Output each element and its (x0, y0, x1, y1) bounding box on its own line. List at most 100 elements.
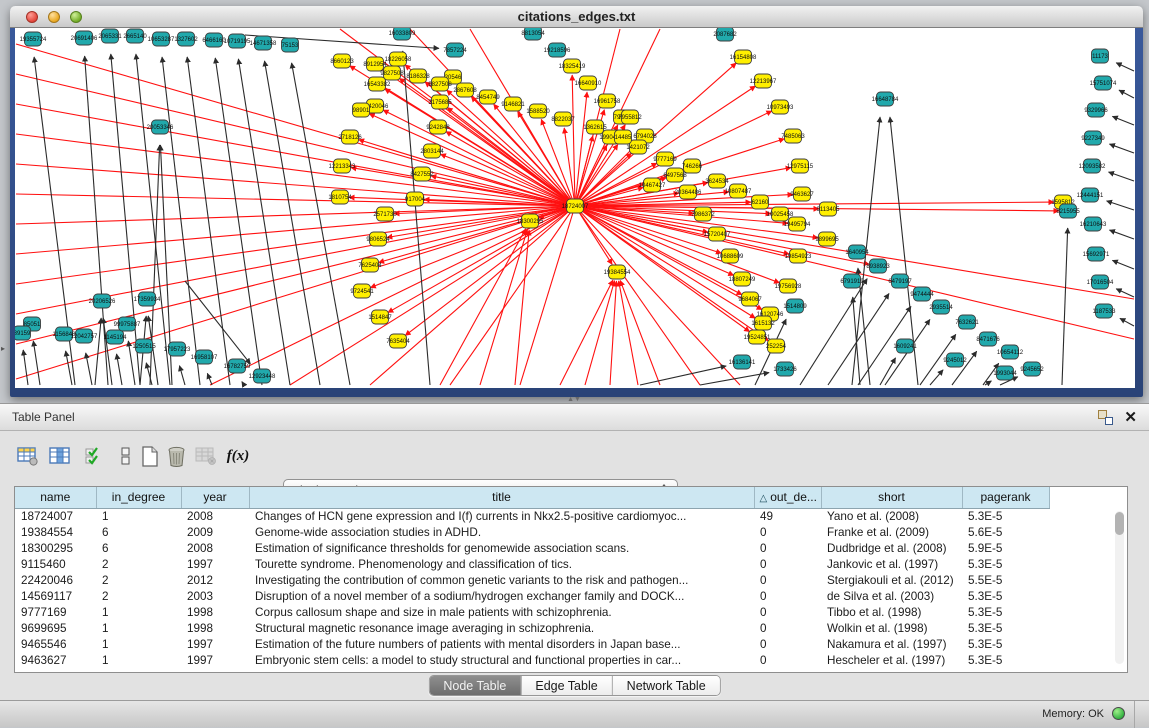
float-panel-icon[interactable] (1098, 410, 1113, 425)
graph-node[interactable]: 9724541 (350, 284, 374, 298)
table-row[interactable]: 2242004622012Investigating the contribut… (15, 572, 1049, 588)
column-header-name[interactable]: name (15, 487, 96, 508)
graph-node[interactable]: 2718126 (338, 130, 362, 144)
memory-ok-indicator[interactable] (1112, 707, 1125, 720)
graph-node[interactable]: 19524851 (744, 330, 771, 344)
column-header-short[interactable]: short (821, 487, 962, 508)
graph-node[interactable]: 2065331 (98, 29, 122, 43)
table-row[interactable]: 946362711997Embryonic stem cells: a mode… (15, 652, 1049, 668)
graph-node[interactable]: 7635404 (386, 334, 410, 348)
graph-node[interactable]: 9777169 (653, 152, 677, 166)
graph-node[interactable]: 9806524 (366, 232, 390, 246)
new-document-button[interactable] (138, 443, 162, 469)
graph-node[interactable]: 16961758 (594, 94, 621, 108)
graph-node[interactable]: 14671358 (250, 36, 277, 50)
graph-node[interactable]: 2935514 (929, 300, 953, 314)
table-row[interactable]: 1938455462009Genome-wide association stu… (15, 524, 1049, 540)
graph-node[interactable]: 9463627 (790, 187, 814, 201)
graph-node[interactable]: 9684067 (738, 292, 762, 306)
graph-node[interactable]: 15720407 (704, 227, 731, 241)
splitter-handle[interactable]: ▲▼ (566, 396, 582, 403)
table-row[interactable]: 1456911722003Disruption of a novel membe… (15, 588, 1049, 604)
graph-node[interactable]: 9899695 (815, 232, 839, 246)
graph-node[interactable]: 746266 (682, 159, 703, 173)
network-canvas[interactable]: 1872400786601238912954182260589827508818… (15, 28, 1135, 388)
graph-node[interactable]: 19756928 (775, 279, 802, 293)
graph-node[interactable]: 39159 (15, 326, 31, 340)
graph-node[interactable]: 16648784 (872, 92, 899, 106)
graph-node[interactable]: 10467427 (639, 178, 666, 192)
close-panel-icon[interactable]: ✕ (1124, 408, 1137, 426)
graph-node[interactable]: 20206526 (89, 294, 116, 308)
column-header-in_degree[interactable]: in_degree (96, 487, 181, 508)
table-settings-button[interactable] (16, 443, 40, 469)
graph-node[interactable]: 17359934 (134, 292, 161, 306)
graph-node[interactable]: 9329966 (1084, 103, 1108, 117)
tab-edge-table[interactable]: Edge Table (520, 676, 611, 695)
graph-node[interactable]: 1145194 (104, 330, 128, 344)
table-row[interactable]: 969969511998Structural magnetic resonanc… (15, 620, 1049, 636)
table-row[interactable]: 977716911998Corpus callosum shape and si… (15, 604, 1049, 620)
window-titlebar[interactable]: citations_edges.txt (10, 6, 1143, 28)
graph-node[interactable]: 9474444 (910, 287, 934, 301)
function-builder-button[interactable]: f(x) (226, 443, 250, 469)
graph-node[interactable]: 9245652 (1020, 362, 1044, 376)
graph-node[interactable]: 12213967 (750, 74, 777, 88)
graph-node[interactable]: 9227349 (1081, 131, 1105, 145)
graph-node[interactable]: 1993044 (993, 366, 1017, 380)
graph-node[interactable]: 8471676 (976, 332, 1000, 346)
table-row[interactable]: 1830029562008Estimation of significance … (15, 540, 1049, 556)
select-columns-button[interactable] (48, 443, 72, 469)
graph-node[interactable]: 2571730 (373, 207, 397, 221)
graph-node[interactable]: 12093582 (1079, 159, 1106, 173)
column-header-out_degree[interactable]: △out_de... (754, 487, 821, 508)
graph-node[interactable]: 10653287 (148, 32, 175, 46)
graph-node[interactable]: 252254 (766, 339, 787, 353)
column-header-pagerank[interactable]: pagerank (962, 487, 1049, 508)
graph-node[interactable]: 15751074 (1090, 76, 1117, 90)
graph-node[interactable]: 1327602 (174, 32, 198, 46)
graph-node[interactable]: 7485063 (781, 129, 805, 143)
graph-node[interactable]: 14485 (615, 130, 633, 144)
table-row[interactable]: 946554611997Estimation of the future num… (15, 636, 1049, 652)
graph-node[interactable]: 16640910 (575, 76, 602, 90)
graph-node[interactable]: 8427552 (410, 167, 434, 181)
graph-node[interactable]: 20691406 (71, 31, 98, 45)
select-all-checks-button[interactable] (82, 443, 106, 469)
graph-node[interactable]: 10807487 (725, 184, 752, 198)
graph-node[interactable]: 7857224 (443, 43, 467, 57)
graph-node[interactable]: 18807249 (729, 272, 756, 286)
graph-node[interactable]: 15692971 (1083, 247, 1110, 261)
column-header-year[interactable]: year (181, 487, 249, 508)
graph-node[interactable]: 1733426 (773, 362, 797, 376)
graph-node[interactable]: 16154808 (730, 50, 757, 64)
graph-node[interactable]: 2087682 (713, 28, 737, 41)
graph-node[interactable]: 19355724 (20, 32, 47, 46)
graph-node[interactable]: 16136141 (729, 355, 756, 369)
graph-node[interactable]: 98901 (353, 103, 371, 117)
graph-node[interactable]: 7986372 (691, 207, 715, 221)
graph-node[interactable]: 2867608 (453, 83, 477, 97)
scrollbar-thumb[interactable] (1115, 512, 1124, 535)
column-header-title[interactable]: title (249, 487, 754, 508)
graph-node[interactable]: 12975115 (787, 159, 814, 173)
table-scrollbar[interactable] (1115, 511, 1124, 664)
graph-node[interactable]: 8215955 (1056, 204, 1080, 218)
graph-node[interactable]: 9146821 (501, 97, 525, 111)
row-height-button[interactable] (114, 443, 138, 469)
graph-node[interactable]: 12213343 (329, 159, 356, 173)
graph-node[interactable]: 16958107 (191, 350, 218, 364)
graph-node[interactable]: 16210643 (1080, 217, 1107, 231)
graph-node[interactable]: 2665140 (123, 29, 147, 43)
tab-node-table[interactable]: Node Table (429, 676, 520, 695)
graph-node[interactable]: 6791919 (840, 274, 864, 288)
graph-node[interactable]: 16033809 (389, 28, 416, 40)
graph-node[interactable]: 1514809 (783, 299, 807, 313)
graph-node[interactable]: 17957223 (164, 342, 191, 356)
graph-node[interactable]: 9245012 (943, 353, 967, 367)
graph-node[interactable]: 12923448 (249, 369, 276, 383)
graph-node[interactable]: 1588520 (526, 104, 550, 118)
graph-node[interactable]: 8186328 (406, 69, 430, 83)
graph-node[interactable]: 1187533 (1093, 304, 1117, 318)
graph-node[interactable]: 8938923 (866, 259, 890, 273)
